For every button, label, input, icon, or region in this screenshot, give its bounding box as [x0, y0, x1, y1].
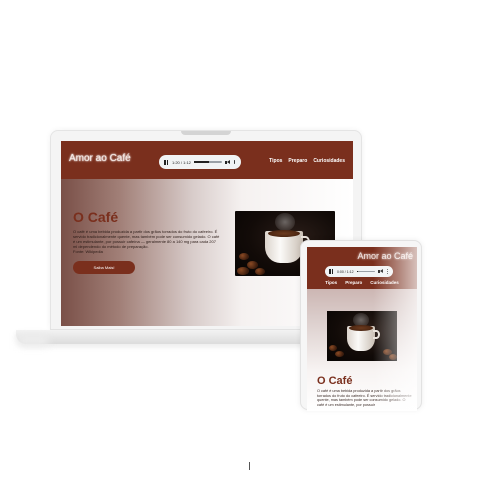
site-nav: Tipos Preparo Curiosidades — [269, 158, 345, 164]
mobile-audio-time: 0:00 / 1:12 — [337, 269, 354, 274]
phone-mockup: Amor ao Café 0:00 / 1:12 Tipos Preparo C… — [300, 240, 422, 411]
more-options-icon[interactable] — [387, 269, 389, 274]
more-options-icon[interactable] — [234, 159, 236, 165]
text-cursor — [249, 462, 250, 470]
mobile-audio-progress-bar[interactable] — [356, 270, 375, 273]
nav-item-tipos[interactable]: Tipos — [269, 158, 282, 164]
hero-title: O Café — [73, 209, 119, 225]
phone-site-view: Amor ao Café 0:00 / 1:12 Tipos Preparo C… — [307, 247, 417, 411]
mobile-logo[interactable]: Amor ao Café — [307, 251, 417, 261]
hero-description: O café é uma bebida produzida a partir d… — [73, 229, 220, 249]
hero-source: Fonte: Wikipedia — [73, 249, 103, 254]
site-logo[interactable]: Amor ao Café — [69, 153, 131, 164]
pause-icon[interactable] — [329, 269, 334, 274]
mobile-hero-title: O Café — [317, 375, 353, 387]
mobile-coffee-cup-image — [327, 311, 397, 361]
audio-player[interactable]: 1:20 / 1:12 — [159, 155, 241, 169]
audio-progress-bar[interactable] — [193, 161, 222, 163]
hero-text: O café é uma bebida produzida a partir d… — [73, 229, 221, 254]
volume-icon[interactable] — [225, 159, 231, 165]
site-header: Amor ao Café 1:20 / 1:12 Tipos Preparo C… — [61, 141, 353, 179]
nav-item-curiosidades[interactable]: Curiosidades — [313, 158, 345, 164]
mobile-nav-item-tipos[interactable]: Tipos — [325, 280, 337, 285]
audio-time: 1:20 / 1:12 — [172, 159, 191, 165]
learn-more-button[interactable]: Saiba Mais! — [73, 261, 135, 274]
mobile-audio-player[interactable]: 0:00 / 1:12 — [325, 266, 393, 277]
mobile-hero-text: O café é uma bebida produzida a partir d… — [317, 389, 412, 407]
nav-item-preparo[interactable]: Preparo — [288, 158, 307, 164]
mobile-header: Amor ao Café 0:00 / 1:12 Tipos Preparo C… — [307, 247, 417, 289]
decorative-shadow — [18, 336, 48, 346]
mobile-nav-item-preparo[interactable]: Preparo — [345, 280, 362, 285]
volume-icon[interactable] — [378, 269, 384, 274]
mobile-nav-item-curiosidades[interactable]: Curiosidades — [370, 280, 399, 285]
laptop-hinge — [181, 131, 231, 135]
mobile-nav: Tipos Preparo Curiosidades — [307, 280, 417, 285]
pause-icon[interactable] — [164, 159, 169, 165]
